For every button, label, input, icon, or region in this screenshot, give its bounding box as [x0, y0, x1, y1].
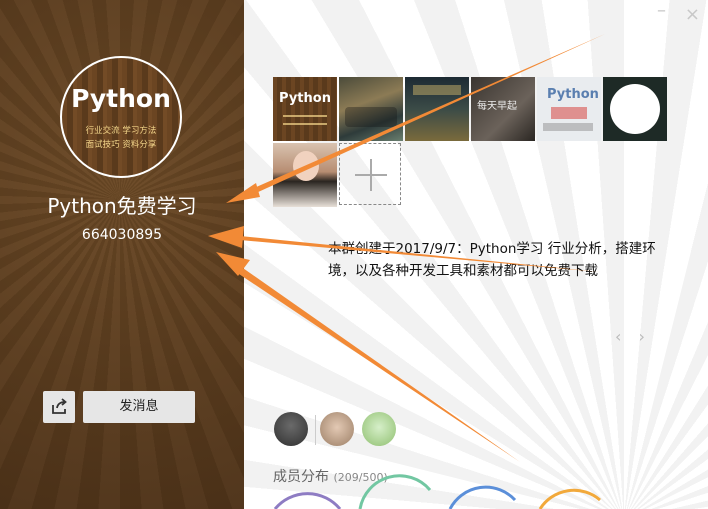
member-avatar[interactable]	[362, 412, 396, 446]
group-description: 本群创建于2017/9/7：Python学习 行业分析，搭建环境，以及各种开发工…	[328, 241, 656, 279]
minimize-icon[interactable]: –	[657, 0, 666, 21]
member-divider	[315, 415, 316, 445]
gallery-thumb-morning[interactable]: 每天早起	[471, 77, 535, 141]
group-profile-panel: Python 行业交流 学习方法 面试技巧 资料分享 Python免费学习 66…	[0, 0, 244, 509]
pager-arrows[interactable]: ‹ ›	[615, 327, 651, 346]
member-distribution: 成员分布 (209/500)	[273, 466, 388, 486]
member-count: (209/500)	[333, 471, 388, 484]
gallery-thumb-office[interactable]	[405, 77, 469, 141]
gallery-thumb-wordcloud-text: Python	[547, 87, 599, 102]
gallery-thumb-python[interactable]: Python	[273, 77, 337, 141]
member-avatar[interactable]	[320, 412, 354, 446]
share-icon	[52, 398, 67, 414]
gallery-thumb-circle[interactable]	[603, 77, 667, 141]
member-distribution-label: 成员分布	[273, 469, 329, 485]
send-message-button[interactable]: 发消息	[83, 391, 195, 423]
gallery-thumb-morning-text: 每天早起	[477, 101, 517, 112]
group-avatar[interactable]: Python 行业交流 学习方法 面试技巧 资料分享	[60, 56, 182, 178]
avatar-subtitle-line1: 行业交流 学习方法	[85, 126, 157, 136]
gallery-thumb-girl[interactable]	[273, 143, 337, 207]
gallery-thumb-classroom[interactable]	[339, 77, 403, 141]
add-photo-button[interactable]	[339, 143, 401, 205]
gallery-thumb-wordcloud[interactable]: Python	[537, 77, 601, 141]
group-number: 664030895	[81, 227, 163, 243]
share-button[interactable]	[43, 391, 75, 423]
close-icon[interactable]: ×	[685, 4, 700, 25]
avatar-subtitle-line2: 面试技巧 资料分享	[85, 140, 157, 150]
group-name: Python免费学习	[47, 194, 197, 218]
gallery-thumb-python-title: Python	[279, 91, 331, 106]
avatar-title: Python	[71, 84, 171, 113]
member-avatar[interactable]	[274, 412, 308, 446]
